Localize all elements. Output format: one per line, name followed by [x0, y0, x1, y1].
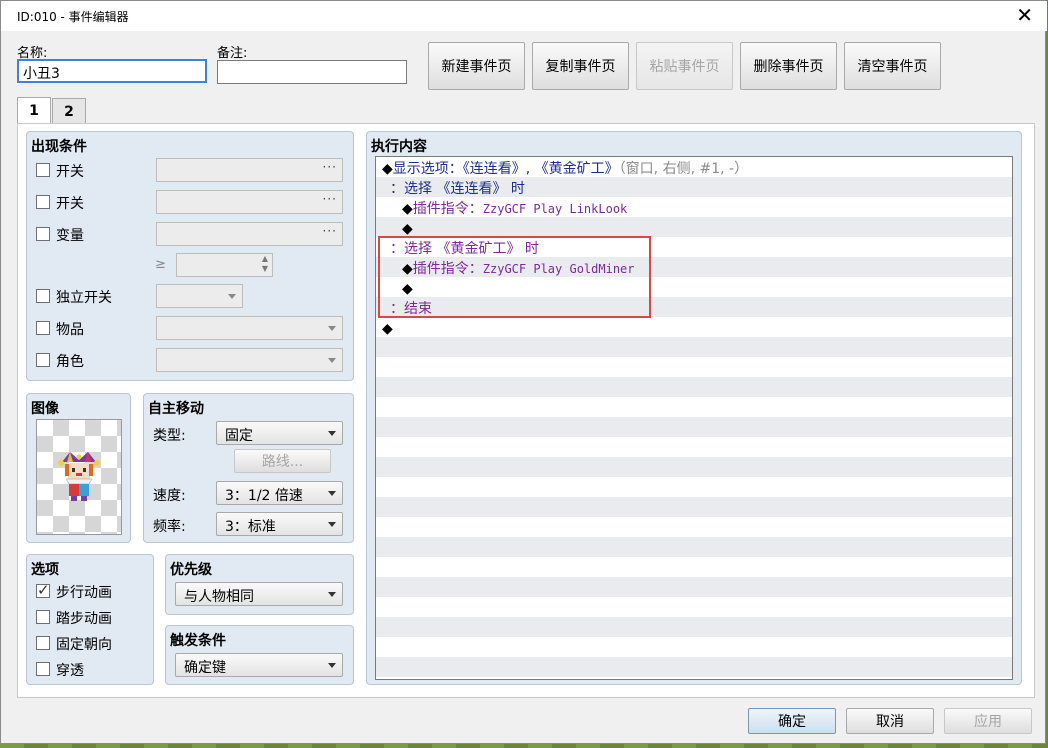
actor-checkbox[interactable] — [36, 353, 50, 367]
variable-label: 变量 — [56, 228, 84, 244]
switch2-checkbox[interactable] — [36, 195, 50, 209]
tab-page-1[interactable]: 1 — [17, 97, 51, 124]
command-text: （窗口, 右侧, #1, -） — [618, 161, 749, 177]
command-line[interactable]: ◆显示选项：《连连看》, 《黄金矿工》（窗口, 右侧, #1, -） — [382, 159, 748, 179]
freq-label: 频率: — [153, 519, 186, 535]
highlight-box — [378, 236, 651, 318]
trigger-value: 确定键 — [184, 660, 226, 676]
image-title: 图像 — [31, 401, 59, 417]
chevron-down-icon — [328, 491, 336, 496]
ellipsis-icon: ··· — [322, 160, 337, 174]
clear-page-button[interactable]: 清空事件页 — [844, 42, 941, 90]
chevron-down-icon — [328, 358, 336, 363]
chevron-down-icon — [328, 431, 336, 436]
item-checkbox[interactable] — [36, 321, 50, 335]
self-switch-checkbox[interactable] — [36, 289, 50, 303]
tab-page-2[interactable]: 2 — [52, 98, 86, 124]
self-switch-select[interactable] — [156, 284, 243, 308]
switch1-label: 开关 — [56, 164, 84, 180]
command-text: 显示选项：《连连看》, 《黄金矿工》 — [392, 161, 619, 177]
paste-page-button[interactable]: 粘贴事件页 — [636, 42, 733, 90]
direction-fix-label: 固定朝向 — [56, 637, 112, 653]
chevron-down-icon — [328, 326, 336, 331]
jester-sprite-icon — [58, 452, 100, 501]
conditions-title: 出现条件 — [31, 139, 87, 155]
trigger-select[interactable]: 确定键 — [175, 653, 343, 677]
apply-button[interactable]: 应用 — [944, 708, 1032, 734]
variable-value-spinner[interactable]: ▲ ▼ — [176, 253, 273, 277]
self-switch-label: 独立开关 — [56, 290, 112, 306]
bullet-icon: ◆ — [402, 201, 413, 217]
variable-field[interactable]: ··· — [156, 222, 343, 246]
command-text: ：选择 《连连看》 时 — [390, 181, 525, 197]
through-label: 穿透 — [56, 663, 84, 679]
freq-value: 3：标准 — [225, 519, 276, 535]
new-page-button[interactable]: 新建事件页 — [428, 42, 525, 90]
route-button[interactable]: 路线... — [234, 449, 331, 473]
speed-value: 3：1/2 倍速 — [225, 488, 303, 504]
actor-label: 角色 — [56, 354, 84, 370]
command-line[interactable]: ◆ — [382, 319, 393, 339]
character-image[interactable] — [36, 419, 122, 535]
note-input[interactable] — [217, 60, 407, 84]
delete-page-button[interactable]: 删除事件页 — [740, 42, 837, 90]
variable-checkbox[interactable] — [36, 227, 50, 241]
autonomous-title: 自主移动 — [148, 401, 204, 417]
cancel-button[interactable]: 取消 — [846, 708, 934, 734]
direction-fix-checkbox[interactable] — [36, 636, 50, 650]
item-select[interactable] — [156, 316, 343, 340]
close-icon[interactable]: ✕ — [1016, 4, 1033, 26]
switch1-field[interactable]: ··· — [156, 158, 343, 182]
switch1-checkbox[interactable] — [36, 163, 50, 177]
note-label: 备注: — [217, 46, 248, 61]
name-input[interactable]: 小丑3 — [17, 59, 207, 83]
item-label: 物品 — [56, 322, 84, 338]
title-bar: ID:010 - 事件编辑器 ✕ — [1, 1, 1047, 31]
command-text: 插件指令： — [412, 201, 483, 217]
options-title: 选项 — [31, 562, 59, 578]
ellipsis-icon: ··· — [322, 224, 337, 238]
priority-title: 优先级 — [170, 562, 212, 578]
stepping-anim-label: 踏步动画 — [56, 611, 112, 627]
speed-label: 速度: — [153, 488, 186, 504]
priority-select[interactable]: 与人物相同 — [175, 582, 343, 606]
priority-value: 与人物相同 — [184, 589, 254, 605]
type-select[interactable]: 固定 — [216, 421, 343, 445]
stepping-anim-checkbox[interactable] — [36, 610, 50, 624]
trigger-title: 触发条件 — [170, 633, 226, 649]
chevron-down-icon — [328, 663, 336, 668]
command-line[interactable]: ◆插件指令：ZzyGCF Play LinkLook — [402, 199, 627, 219]
spinner-arrows-icon[interactable]: ▲ ▼ — [262, 254, 268, 274]
actor-select[interactable] — [156, 348, 343, 372]
command-line[interactable]: ：选择 《连连看》 时 — [390, 179, 525, 199]
type-value: 固定 — [225, 428, 253, 444]
switch2-field[interactable]: ··· — [156, 190, 343, 214]
ellipsis-icon: ··· — [322, 192, 337, 206]
chevron-down-icon — [328, 522, 336, 527]
contents-title: 执行内容 — [371, 139, 427, 155]
event-editor-window: ID:010 - 事件编辑器 ✕ 名称: 小丑3 备注: 新建事件页 复制事件页… — [0, 0, 1047, 744]
speed-select[interactable]: 3：1/2 倍速 — [216, 481, 343, 505]
copy-page-button[interactable]: 复制事件页 — [532, 42, 629, 90]
command-text: ZzyGCF Play LinkLook — [482, 202, 628, 216]
chevron-down-icon — [228, 294, 236, 299]
bullet-icon: ◆ — [382, 161, 393, 177]
window-title: ID:010 - 事件编辑器 — [17, 10, 129, 24]
walking-anim-checkbox[interactable] — [36, 581, 50, 599]
chevron-down-icon — [328, 592, 336, 597]
bullet-icon: ◆ — [382, 321, 393, 337]
gte-symbol: ≥ — [155, 257, 166, 272]
walking-anim-label: 步行动画 — [56, 585, 112, 601]
freq-select[interactable]: 3：标准 — [216, 512, 343, 536]
through-checkbox[interactable] — [36, 662, 50, 676]
type-label: 类型: — [153, 428, 186, 444]
bullet-icon: ◆ — [402, 221, 413, 237]
switch2-label: 开关 — [56, 196, 84, 212]
command-list[interactable]: ◆显示选项：《连连看》, 《黄金矿工》（窗口, 右侧, #1, -） ：选择 《连… — [375, 156, 1013, 680]
ok-button[interactable]: 确定 — [748, 708, 836, 734]
